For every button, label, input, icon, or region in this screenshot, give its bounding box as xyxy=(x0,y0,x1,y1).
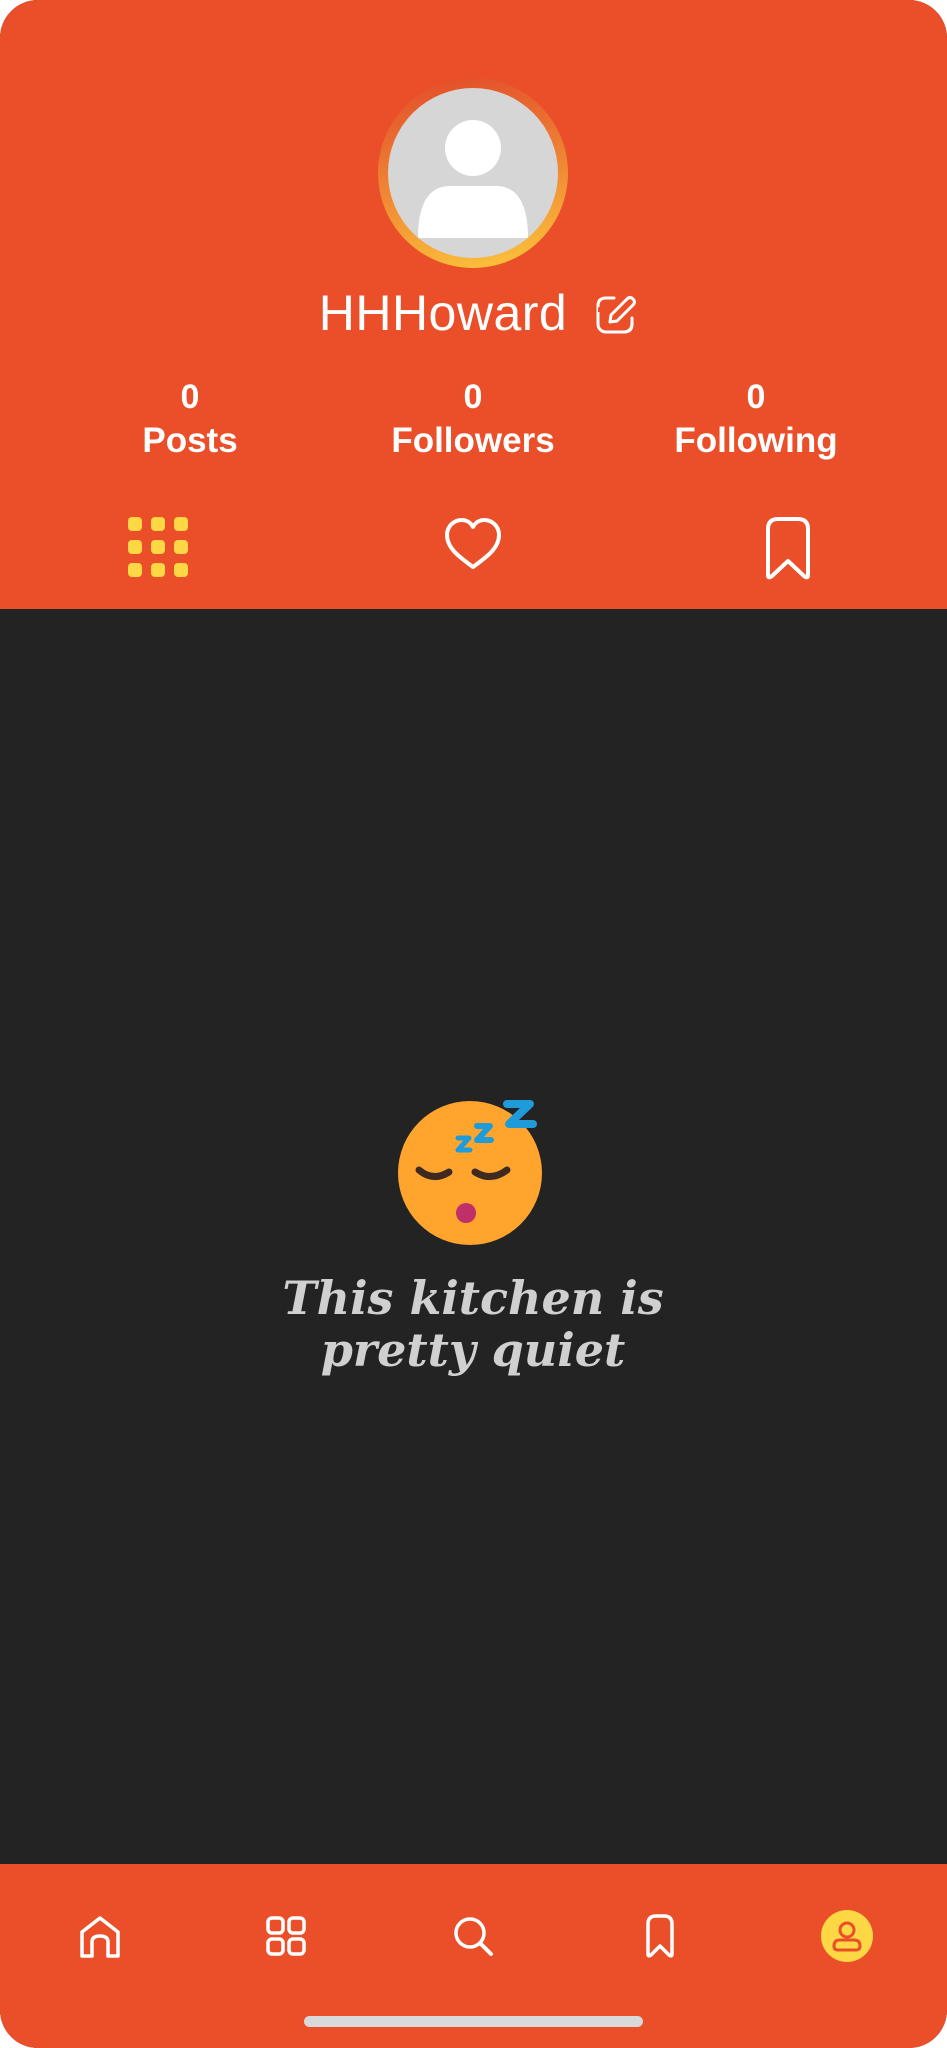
grid-icon xyxy=(128,517,188,577)
edit-profile-button[interactable] xyxy=(594,292,638,336)
bookmark-icon xyxy=(766,517,810,580)
followers-label: Followers xyxy=(391,421,555,460)
followers-count: 0 xyxy=(463,378,483,416)
tab-saved[interactable] xyxy=(748,515,828,595)
heart-icon xyxy=(445,518,501,569)
home-icon xyxy=(80,1916,120,1958)
profile-icon xyxy=(821,1910,873,1962)
posts-label: Posts xyxy=(142,421,238,460)
home-indicator xyxy=(304,2016,643,2027)
username: HHHoward xyxy=(318,285,568,341)
username-row: HHHoward xyxy=(0,280,947,346)
profile-header: HHHoward 0 Posts 0 Followers 0 Following xyxy=(0,0,947,609)
stat-followers[interactable]: 0 Followers xyxy=(353,375,593,463)
following-count: 0 xyxy=(746,378,766,416)
profile-screen: HHHoward 0 Posts 0 Followers 0 Following… xyxy=(0,0,947,2048)
tab-posts[interactable] xyxy=(118,515,198,595)
tab-liked[interactable] xyxy=(433,515,513,595)
search-icon xyxy=(454,1917,493,1956)
nav-profile[interactable] xyxy=(815,1904,879,1968)
following-label: Following xyxy=(674,421,838,460)
empty-state-message: This kitchen is pretty quiet xyxy=(282,1271,664,1377)
nav-saved[interactable] xyxy=(628,1904,692,1968)
stat-following[interactable]: 0 Following xyxy=(636,375,876,463)
bookmark-icon xyxy=(646,1914,674,1958)
stat-posts[interactable]: 0 Posts xyxy=(70,375,310,463)
default-user-avatar-icon xyxy=(388,88,558,258)
edit-icon xyxy=(596,292,638,334)
nav-categories[interactable] xyxy=(254,1904,318,1968)
grid-icon xyxy=(266,1916,306,1956)
nav-home[interactable] xyxy=(68,1904,132,1968)
bottom-nav xyxy=(0,1864,947,2048)
avatar[interactable] xyxy=(378,78,568,268)
sleeping-face-icon xyxy=(395,1090,555,1250)
nav-search[interactable] xyxy=(441,1904,505,1968)
posts-count: 0 xyxy=(180,378,200,416)
